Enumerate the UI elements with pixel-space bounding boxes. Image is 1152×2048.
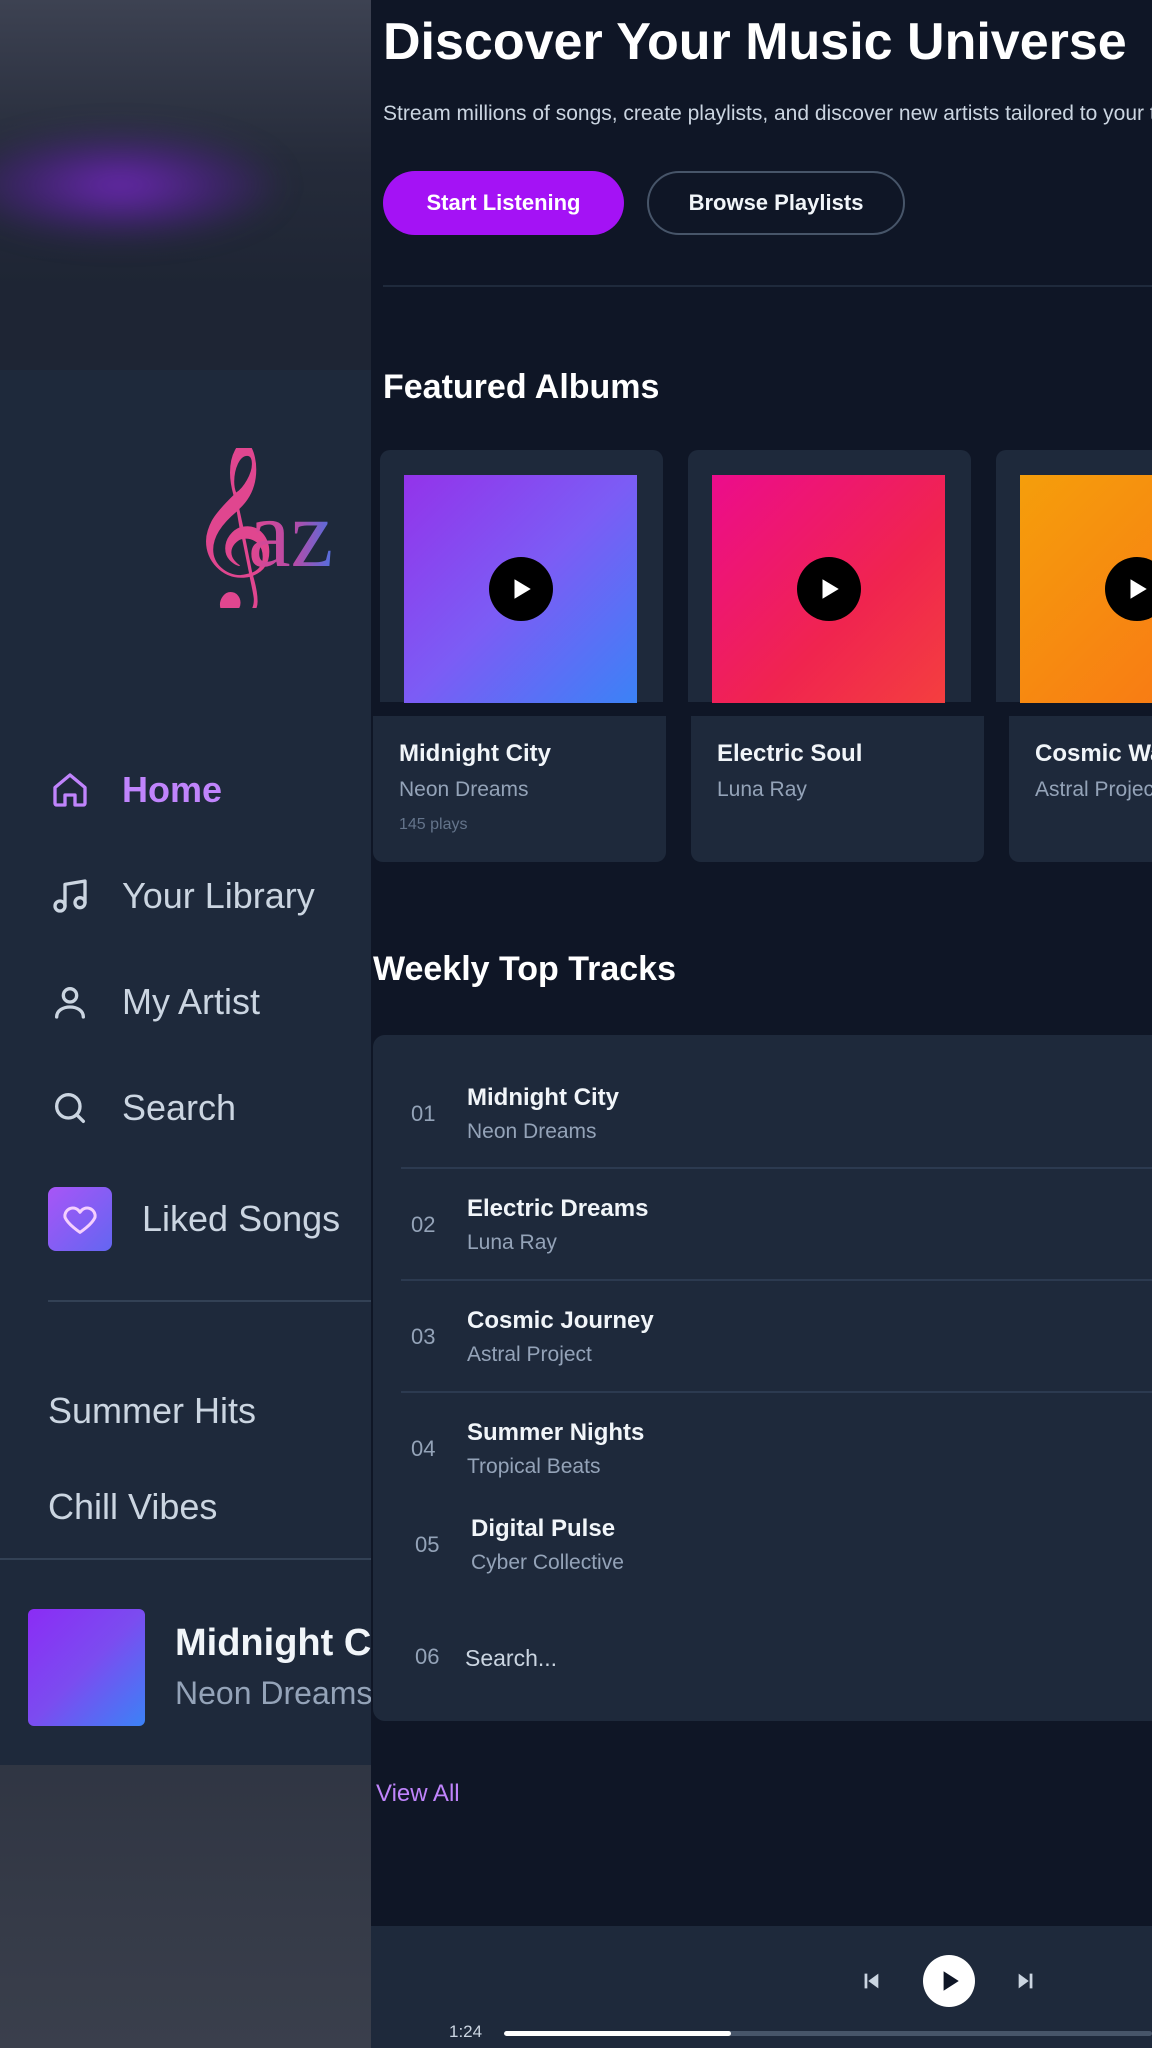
album-card-cover-area[interactable] xyxy=(996,450,1152,703)
track-row[interactable]: 03 Cosmic Journey Astral Project xyxy=(401,1281,1152,1393)
search-icon xyxy=(48,1086,92,1130)
logo-text: az xyxy=(248,480,333,587)
now-playing-artist: Neon Dreams xyxy=(175,1675,371,1711)
track-row[interactable]: 04 Summer Nights Tropical Beats xyxy=(401,1393,1152,1489)
album-title: Cosmic Wanderer xyxy=(1035,740,1152,767)
album-card-cover-area[interactable] xyxy=(380,450,663,703)
track-artist: Astral Project xyxy=(467,1343,592,1366)
play-button[interactable] xyxy=(488,557,553,621)
track-number: 03 xyxy=(411,1324,436,1349)
nav-item-liked-songs[interactable]: Liked Songs xyxy=(48,1184,368,1254)
previous-button[interactable] xyxy=(856,1966,886,1996)
nav-label-my-artist: My Artist xyxy=(122,981,261,1022)
track-number: 05 xyxy=(415,1532,440,1557)
track-title: Summer Nights xyxy=(467,1419,645,1446)
browse-playlists-button[interactable]: Browse Playlists xyxy=(647,171,905,235)
skip-forward-icon xyxy=(1018,1973,1033,1989)
hero-subtitle: Stream millions of songs, create playlis… xyxy=(383,102,1152,125)
track-artist: Luna Ray xyxy=(467,1231,557,1254)
now-playing-title: Midnight City xyxy=(175,1622,371,1664)
main-content: Discover Your Music Universe Stream mill… xyxy=(371,0,1152,2048)
track-search-input[interactable] xyxy=(465,1640,765,1676)
start-listening-button[interactable]: Start Listening xyxy=(383,171,624,235)
nav-label-liked-songs: Liked Songs xyxy=(142,1198,341,1239)
backdrop-glow xyxy=(0,130,280,240)
sidebar: 𝄞 az Home Your Library My Artist Search … xyxy=(0,370,371,1765)
skip-back-icon xyxy=(864,1973,879,1989)
track-artist: Tropical Beats xyxy=(467,1455,601,1478)
progress-bar[interactable] xyxy=(504,2031,1152,2036)
album-plays: 145 plays xyxy=(399,816,468,833)
album-artist: Luna Ray xyxy=(717,778,807,801)
album-card-cover-area[interactable] xyxy=(688,450,971,703)
play-button[interactable] xyxy=(1104,557,1152,621)
track-number: 01 xyxy=(411,1101,436,1126)
play-button[interactable] xyxy=(796,557,861,621)
player-bar: 1:24 xyxy=(371,1926,1152,2048)
album-artist: Neon Dreams xyxy=(399,778,529,801)
nav-item-search[interactable]: Search xyxy=(48,1078,368,1138)
playlist-link-chill-vibes[interactable]: Chill Vibes xyxy=(48,1486,217,1528)
album-title: Midnight City xyxy=(399,740,551,767)
album-cover xyxy=(1020,475,1152,703)
heart-icon xyxy=(48,1187,112,1251)
view-all-link[interactable]: View All xyxy=(376,1780,460,1808)
track-row[interactable]: 02 Electric Dreams Luna Ray xyxy=(401,1169,1152,1281)
progress-fill xyxy=(504,2031,731,2036)
play-icon xyxy=(822,579,839,599)
track-search-number: 06 xyxy=(415,1644,440,1669)
play-pause-button[interactable] xyxy=(923,1955,975,2007)
nav-label-library: Your Library xyxy=(122,875,315,916)
next-button[interactable] xyxy=(1011,1966,1041,1996)
playlist-link-summer-hits[interactable]: Summer Hits xyxy=(48,1390,256,1432)
featured-albums-heading: Featured Albums xyxy=(383,368,660,406)
nav-item-library[interactable]: Your Library xyxy=(48,866,368,926)
nav-item-my-artist[interactable]: My Artist xyxy=(48,972,368,1032)
music-note-icon xyxy=(48,874,92,918)
user-icon xyxy=(48,980,92,1024)
album-card-info[interactable]: Cosmic Wanderer Astral Project xyxy=(1009,716,1152,862)
track-artist: Cyber Collective xyxy=(471,1551,624,1574)
album-card-info[interactable]: Midnight City Neon Dreams 145 plays xyxy=(373,716,666,862)
album-title: Electric Soul xyxy=(717,740,863,767)
tracks-panel: 01 Midnight City Neon Dreams 02 Electric… xyxy=(373,1035,1152,1721)
nav-label-home: Home xyxy=(122,769,223,810)
track-title: Midnight City xyxy=(467,1084,619,1111)
now-playing-card[interactable]: Midnight City Neon Dreams xyxy=(28,1608,371,1726)
track-row[interactable]: 05 Digital Pulse Cyber Collective xyxy=(405,1489,1152,1585)
play-icon xyxy=(1130,579,1147,599)
track-title: Electric Dreams xyxy=(467,1195,649,1222)
track-title: Cosmic Journey xyxy=(467,1307,654,1334)
nav-item-home[interactable]: Home xyxy=(48,760,368,820)
sidebar-divider xyxy=(48,1300,371,1302)
home-icon xyxy=(48,768,92,812)
now-playing-divider xyxy=(0,1558,371,1560)
treble-clef-icon: 𝄞 az xyxy=(188,438,333,620)
play-icon xyxy=(943,1971,959,1991)
album-card-info[interactable]: Electric Soul Luna Ray xyxy=(691,716,984,862)
album-cover xyxy=(404,475,637,703)
play-icon xyxy=(514,579,531,599)
now-playing-cover xyxy=(28,1608,145,1726)
track-artist: Neon Dreams xyxy=(467,1120,597,1143)
album-cover xyxy=(712,475,945,703)
nav-label-search: Search xyxy=(122,1087,237,1128)
current-time: 1:24 xyxy=(449,2022,483,2041)
hero-title: Discover Your Music Universe xyxy=(383,13,1127,71)
hero-divider xyxy=(383,285,1152,287)
track-number: 04 xyxy=(411,1436,436,1461)
app-logo[interactable]: 𝄞 az xyxy=(188,438,370,620)
track-title: Digital Pulse xyxy=(471,1515,616,1542)
album-artist: Astral Project xyxy=(1035,778,1152,801)
track-row[interactable]: 01 Midnight City Neon Dreams xyxy=(401,1057,1152,1169)
weekly-top-tracks-heading: Weekly Top Tracks xyxy=(373,950,676,988)
track-number: 02 xyxy=(411,1212,436,1237)
